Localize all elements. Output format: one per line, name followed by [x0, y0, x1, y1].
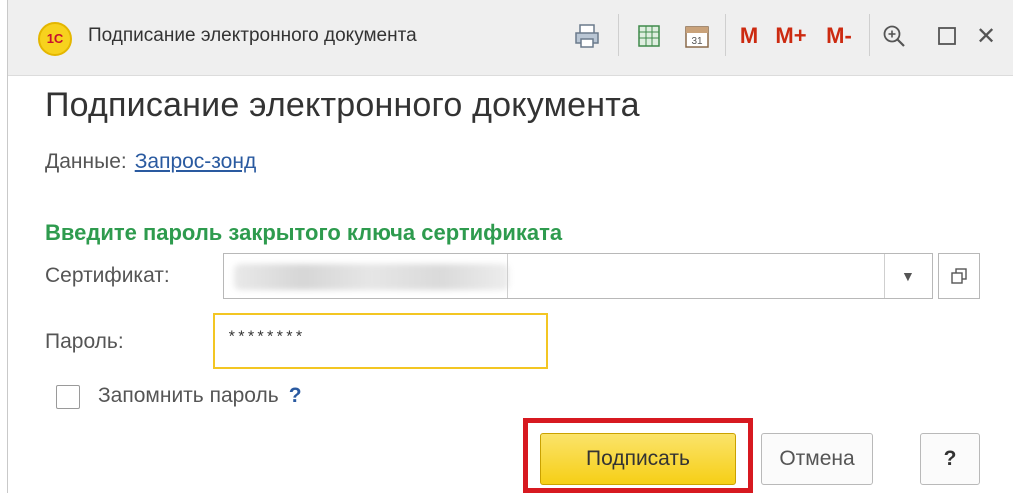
remember-password-label[interactable]: Запомнить пароль: [98, 384, 279, 407]
app-logo-icon: 1С: [38, 22, 72, 56]
data-row: Данные: Запрос-зонд: [45, 150, 256, 174]
cancel-button[interactable]: Отмена: [761, 433, 873, 485]
toolbar-separator: [869, 14, 870, 56]
close-icon[interactable]: ✕: [970, 16, 1002, 56]
spreadsheet-icon[interactable]: [633, 16, 665, 56]
open-certificate-button[interactable]: [938, 253, 980, 299]
data-document-link[interactable]: Запрос-зонд: [135, 150, 257, 173]
zoom-icon[interactable]: [878, 16, 910, 56]
memory-minus-button[interactable]: M-: [821, 16, 857, 56]
help-button[interactable]: ?: [920, 433, 980, 485]
maximize-icon[interactable]: [931, 16, 963, 56]
memory-plus-button[interactable]: M+: [773, 16, 809, 56]
calendar-icon[interactable]: 31: [681, 16, 713, 56]
signing-dialog: 1С Подписание электронного документа 31 …: [7, 0, 1013, 493]
certificate-select[interactable]: ▼: [223, 253, 933, 299]
print-icon[interactable]: [571, 16, 603, 56]
window-title: Подписание электронного документа: [88, 25, 417, 46]
remember-password-checkbox[interactable]: [56, 385, 80, 409]
open-window-icon: [951, 268, 967, 284]
field-divider: [884, 254, 885, 298]
calendar-day: 31: [691, 36, 703, 47]
remember-help-link[interactable]: ?: [289, 384, 302, 407]
data-label: Данные:: [45, 150, 127, 173]
certificate-value-blurred: [234, 264, 509, 290]
field-divider: [507, 254, 508, 298]
certificate-label: Сертификат:: [45, 264, 170, 287]
memory-button[interactable]: M: [736, 16, 762, 56]
toolbar-separator: [725, 14, 726, 56]
title-bar: 1С Подписание электронного документа 31 …: [8, 0, 1013, 76]
section-title: Введите пароль закрытого ключа сертифика…: [45, 220, 563, 245]
password-label: Пароль:: [45, 330, 124, 353]
toolbar-separator: [618, 14, 619, 56]
password-field[interactable]: ********: [213, 313, 548, 369]
page-title: Подписание электронного документа: [45, 86, 640, 124]
remember-password-row: Запомнить пароль?: [98, 384, 302, 408]
chevron-down-icon[interactable]: ▼: [901, 268, 915, 284]
sign-button[interactable]: Подписать: [540, 433, 736, 485]
